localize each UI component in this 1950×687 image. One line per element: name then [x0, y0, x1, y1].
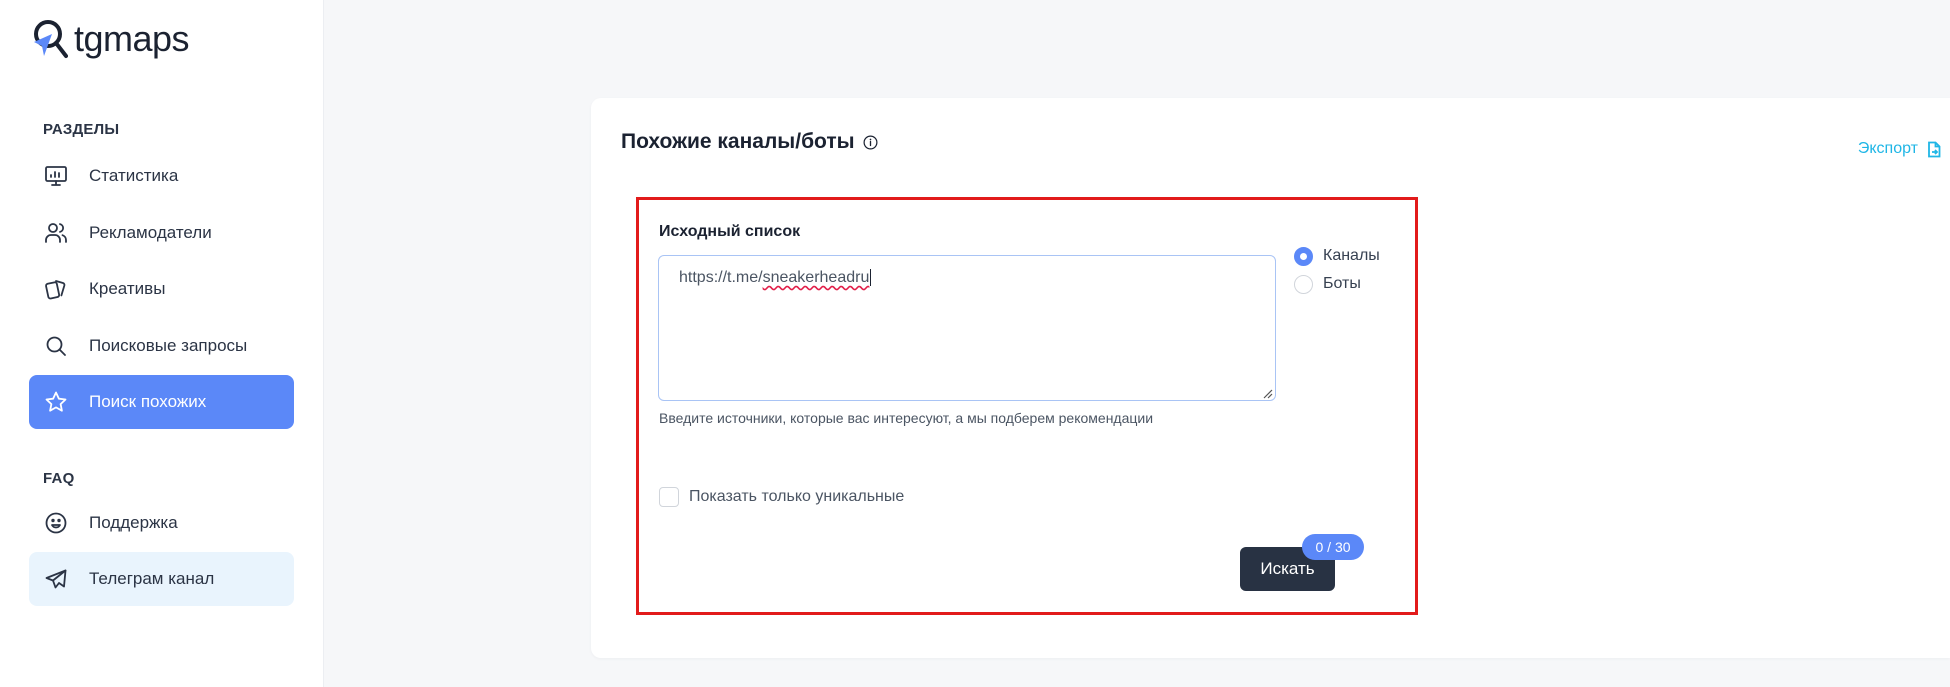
file-export-icon	[1928, 141, 1941, 157]
resize-handle-icon[interactable]	[1263, 389, 1273, 399]
telegram-icon	[43, 566, 69, 592]
sidebar-item-creatives[interactable]: Креативы	[29, 262, 294, 316]
star-icon	[43, 389, 69, 415]
radio-unchecked-icon	[1294, 274, 1313, 294]
sidebar-item-find-similar[interactable]: Поиск похожих	[29, 375, 294, 429]
radio-label: Каналы	[1323, 247, 1380, 264]
section-title-faq: FAQ	[43, 470, 75, 487]
source-value-handle: sneakerheadru	[762, 269, 870, 286]
search-icon	[43, 333, 69, 359]
sidebar-item-support[interactable]: Поддержка	[29, 496, 294, 550]
smile-icon	[43, 510, 69, 536]
brand-logo[interactable]: tgmaps	[28, 18, 190, 60]
page-title: Похожие каналы/боты	[621, 130, 878, 154]
radio-checked-icon	[1294, 246, 1313, 266]
sidebar-item-statistics[interactable]: Статистика	[29, 149, 294, 203]
export-label: Экспорт	[1857, 140, 1918, 157]
sidebar-item-label: Поддержка	[89, 513, 178, 532]
checkbox-unchecked-icon	[659, 487, 679, 507]
source-value-prefix: https://t.me/	[679, 269, 763, 286]
checkbox-label: Показать только уникальные	[689, 488, 905, 505]
sidebar-item-label: Поиск похожих	[89, 392, 207, 411]
unique-only-checkbox[interactable]: Показать только уникальные	[659, 487, 904, 507]
users-icon	[43, 220, 69, 246]
radio-label: Боты	[1323, 275, 1361, 292]
brand-name: tgmaps	[74, 18, 190, 59]
source-list-value[interactable]: https://t.me/sneakerheadru	[679, 269, 872, 287]
sidebar-item-label: Рекламодатели	[89, 223, 212, 242]
monitor-chart-icon	[43, 163, 69, 189]
info-icon[interactable]	[863, 135, 878, 150]
sidebar-item-telegram-channel[interactable]: Телеграм канал	[29, 552, 294, 606]
radio-bots[interactable]: Боты	[1294, 270, 1380, 298]
similar-channels-card: Похожие каналы/боты Экспорт Исходный спи…	[591, 98, 1950, 658]
tgmaps-logo-icon	[34, 20, 68, 58]
sidebar-item-advertisers[interactable]: Рекламодатели	[29, 206, 294, 260]
sidebar-item-search-queries[interactable]: Поисковые запросы	[29, 319, 294, 373]
radio-channels[interactable]: Каналы	[1294, 242, 1380, 270]
section-title-sections: РАЗДЕЛЫ	[43, 121, 120, 138]
type-radio-group: Каналы Боты	[1294, 242, 1380, 298]
source-list-hint: Введите источники, которые вас интересую…	[659, 410, 1154, 426]
sidebar: tgmaps РАЗДЕЛЫ Статистика Рекламодатели …	[0, 0, 324, 687]
sidebar-item-label: Телеграм канал	[89, 569, 215, 588]
counter-badge: 0 / 30	[1302, 534, 1364, 560]
sidebar-item-label: Поисковые запросы	[89, 336, 248, 355]
text-caret	[870, 269, 872, 286]
cards-icon	[43, 276, 69, 302]
search-form: Исходный список https://t.me/sneakerhead…	[636, 197, 1418, 615]
sidebar-item-label: Креативы	[89, 279, 166, 298]
source-list-label: Исходный список	[659, 223, 801, 240]
export-link[interactable]: Экспорт	[1858, 140, 1942, 158]
page-title-text: Похожие каналы/боты	[621, 130, 855, 153]
sidebar-item-label: Статистика	[89, 166, 179, 185]
